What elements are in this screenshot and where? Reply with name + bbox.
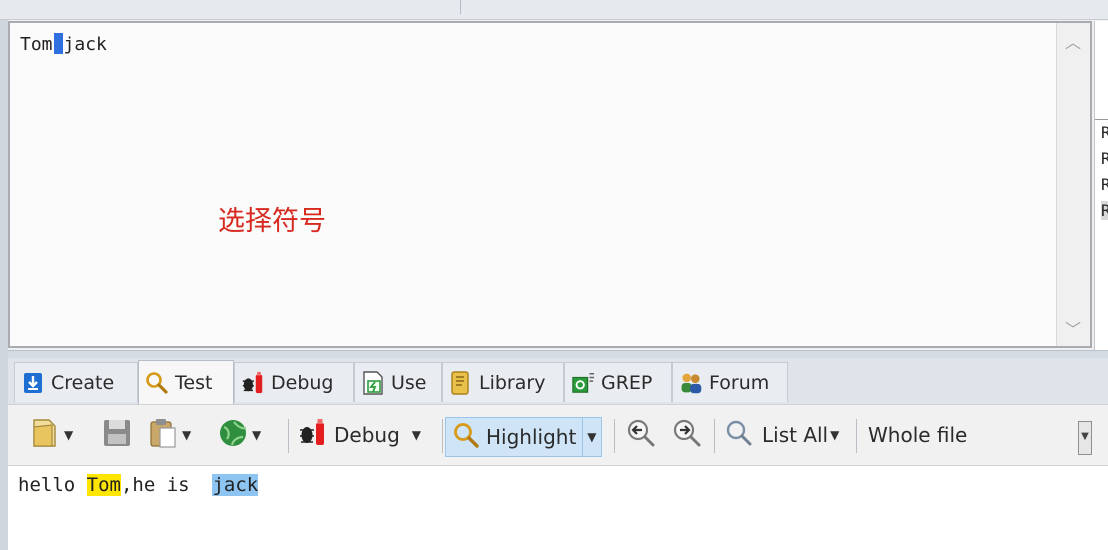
toolbar-separator bbox=[714, 419, 715, 453]
right-panel-row[interactable]: R bbox=[1101, 123, 1108, 142]
regex-editor[interactable]: Tom jack 选择符号 ︿ ﹀ bbox=[8, 21, 1092, 348]
left-gutter bbox=[0, 20, 8, 550]
create-download-icon bbox=[21, 371, 45, 395]
open-button[interactable]: ▼ bbox=[30, 417, 73, 453]
regex-token-tom: Tom bbox=[20, 34, 53, 55]
toolbar-separator bbox=[614, 419, 615, 453]
match-highlight-jack: jack bbox=[212, 474, 259, 496]
bug-icon bbox=[298, 418, 328, 453]
annotation-label: 选择符号 bbox=[218, 206, 326, 237]
selected-space-symbol bbox=[53, 33, 63, 54]
next-match-button[interactable] bbox=[672, 417, 702, 453]
scroll-down-icon[interactable]: ﹀ bbox=[1065, 316, 1081, 340]
save-disk-icon bbox=[102, 418, 132, 453]
tab-use[interactable]: Use bbox=[354, 362, 442, 402]
tab-library[interactable]: Library bbox=[442, 362, 564, 402]
match-highlight-tom: Tom bbox=[86, 474, 121, 496]
test-toolbar: ▼ ▼ ▼ Debug ▼ Highlight ▼ List All ▼ Who… bbox=[8, 404, 1108, 466]
tab-label: Library bbox=[479, 371, 546, 394]
main-tab-bar: Create Test Debug Use Library GREP Forum bbox=[8, 358, 1108, 404]
tab-forum[interactable]: Forum bbox=[672, 362, 788, 402]
right-panel-row[interactable]: R bbox=[1101, 149, 1108, 168]
tab-debug[interactable]: Debug bbox=[234, 362, 354, 402]
library-icon bbox=[449, 370, 473, 395]
debug-dropdown-button[interactable]: Debug ▼ bbox=[298, 417, 421, 453]
top-separator bbox=[460, 0, 461, 14]
magnifier-icon bbox=[145, 371, 169, 395]
editor-vertical-scrollbar[interactable]: ︿ ﹀ bbox=[1056, 23, 1090, 346]
test-subject-text[interactable]: hello Tom,he is jack bbox=[8, 466, 1108, 550]
chevron-down-icon[interactable]: ▼ bbox=[412, 428, 421, 442]
regex-token-jack: jack bbox=[63, 34, 107, 55]
right-panel-row[interactable]: R bbox=[1101, 201, 1108, 220]
scope-label: Whole file bbox=[868, 423, 968, 447]
chevron-down-icon[interactable]: ▼ bbox=[252, 428, 261, 442]
tab-test[interactable]: Test bbox=[138, 360, 234, 404]
globe-icon bbox=[218, 418, 248, 453]
highlight-label: Highlight bbox=[486, 425, 577, 449]
forum-users-icon bbox=[679, 371, 703, 395]
top-window-strip bbox=[0, 0, 1108, 20]
scroll-up-icon[interactable]: ︿ bbox=[1065, 29, 1081, 53]
tab-grep[interactable]: GREP bbox=[564, 362, 672, 402]
web-button[interactable]: ▼ bbox=[218, 417, 261, 453]
scope-selector[interactable]: Whole file bbox=[868, 417, 967, 453]
pane-splitter[interactable] bbox=[8, 350, 1108, 358]
subject-text-middle: ,he is bbox=[120, 474, 213, 496]
tab-label: Debug bbox=[271, 371, 334, 394]
list-all-button[interactable]: List All ▼ bbox=[724, 417, 839, 453]
debug-label: Debug bbox=[334, 423, 400, 447]
grep-icon bbox=[571, 371, 595, 395]
right-panel-row[interactable]: R bbox=[1101, 175, 1108, 194]
magnifier-icon bbox=[452, 421, 480, 454]
chevron-down-icon[interactable]: ▼ bbox=[182, 428, 191, 442]
tab-label: Test bbox=[175, 371, 213, 394]
right-side-panel: R R R R bbox=[1094, 21, 1108, 351]
toolbar-separator bbox=[442, 419, 443, 453]
tab-create[interactable]: Create bbox=[14, 362, 138, 402]
toolbar-overflow-button[interactable]: ▼ bbox=[1078, 421, 1092, 455]
highlight-button[interactable]: Highlight ▼ bbox=[445, 417, 602, 457]
search-icon bbox=[724, 418, 754, 453]
subject-line[interactable]: hello Tom,he is jack bbox=[18, 474, 259, 496]
previous-match-button[interactable] bbox=[626, 417, 656, 453]
toolbar-separator bbox=[856, 419, 857, 453]
regex-text[interactable]: Tom jack bbox=[20, 33, 107, 55]
toolbar-separator bbox=[288, 419, 289, 453]
paste-button[interactable]: ▼ bbox=[148, 417, 191, 453]
zoom-previous-icon bbox=[626, 418, 656, 453]
chevron-down-icon[interactable]: ▼ bbox=[582, 418, 597, 456]
subject-text-prefix: hello bbox=[18, 474, 87, 496]
tab-label: Create bbox=[51, 371, 115, 394]
use-doc-icon bbox=[361, 370, 385, 395]
chevron-down-icon[interactable]: ▼ bbox=[64, 428, 73, 442]
clipboard-icon bbox=[148, 417, 178, 454]
bug-icon bbox=[241, 371, 265, 395]
zoom-next-icon bbox=[672, 418, 702, 453]
tab-label: GREP bbox=[601, 371, 653, 394]
save-button[interactable] bbox=[102, 417, 132, 453]
chevron-down-icon[interactable]: ▼ bbox=[830, 428, 839, 442]
tab-label: Forum bbox=[709, 371, 770, 394]
open-folder-icon bbox=[30, 417, 60, 454]
tab-label: Use bbox=[391, 371, 427, 394]
list-all-label: List All bbox=[762, 423, 829, 447]
